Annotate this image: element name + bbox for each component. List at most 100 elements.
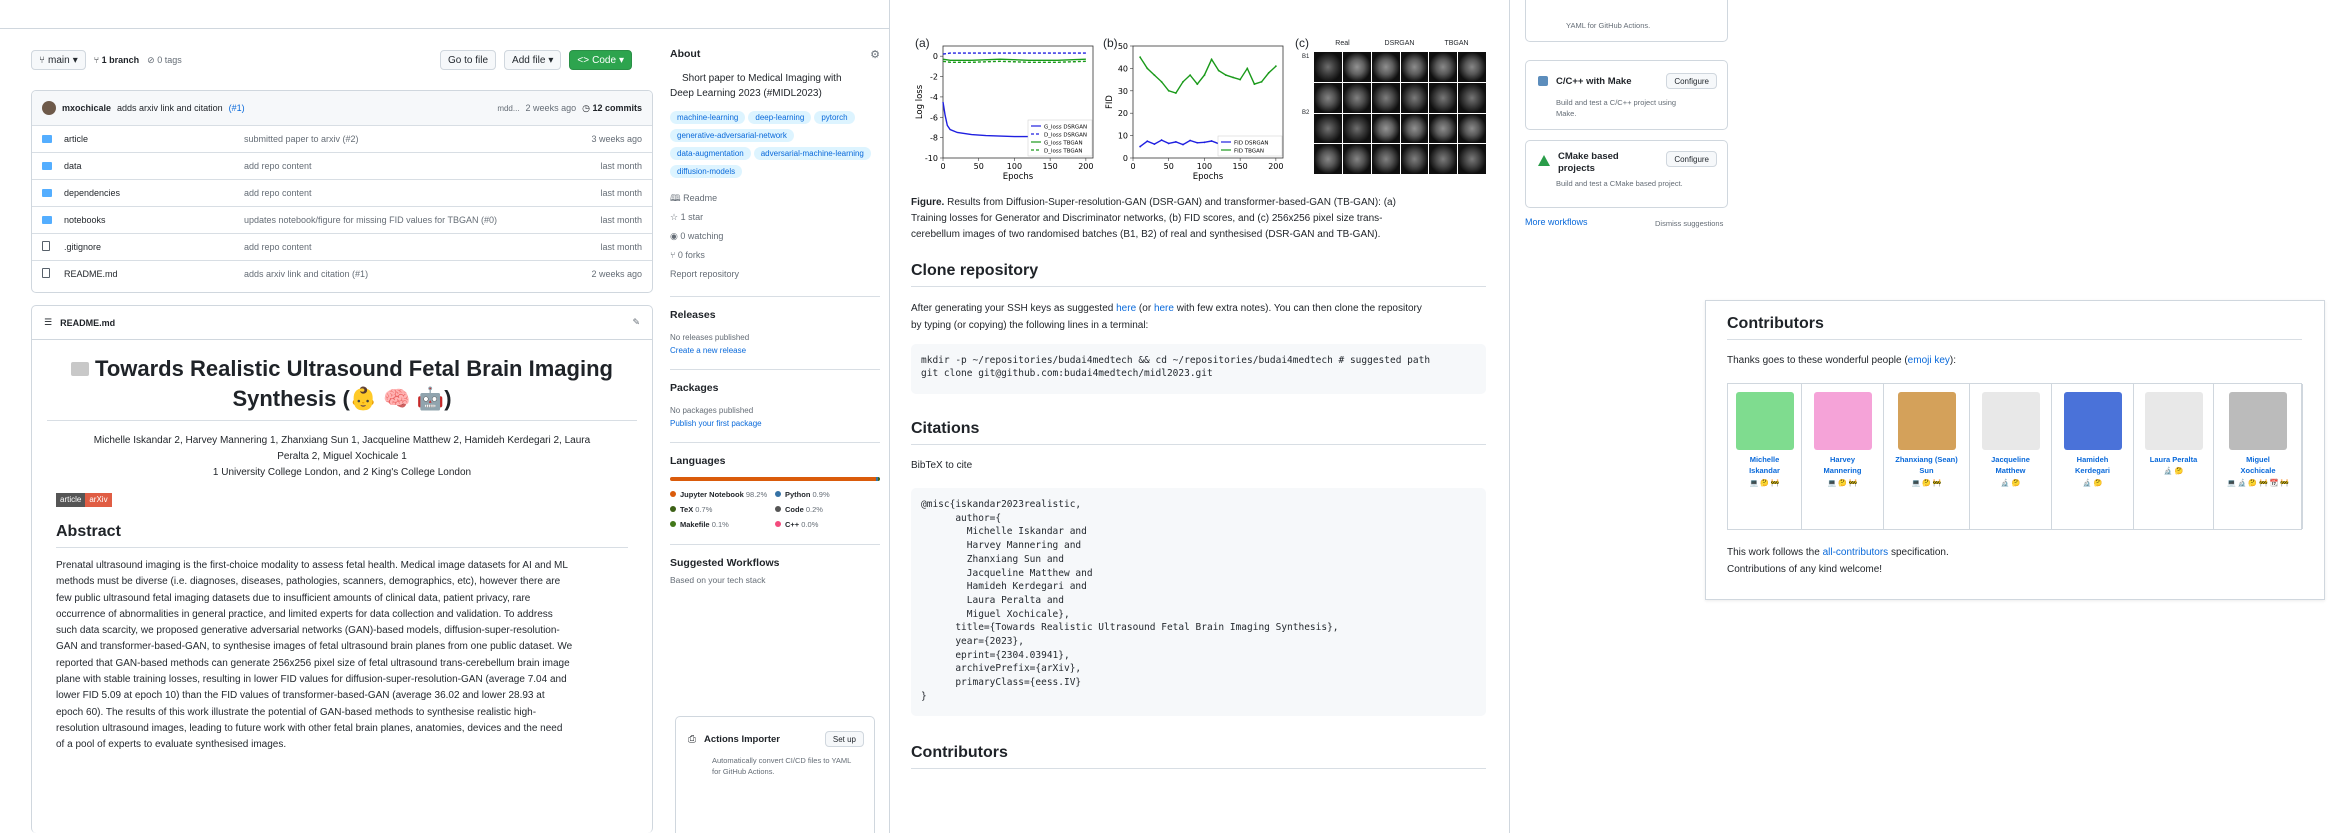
file-commit-message[interactable]: add repo content — [244, 242, 600, 252]
commit-author[interactable]: mxochicale — [62, 103, 111, 113]
file-row[interactable]: article submitted paper to arxiv (#2) 3 we… — [32, 125, 652, 152]
configure-button-cpp[interactable]: Configure — [1666, 73, 1717, 89]
file-commit-message[interactable]: add repo content — [244, 188, 600, 198]
code-button[interactable]: <> Code ▾ — [569, 50, 633, 70]
releases-heading[interactable]: Releases — [670, 309, 880, 321]
tags-link[interactable]: ⊘ 0 tags — [147, 55, 182, 66]
more-workflows-link[interactable]: More workflows — [1525, 217, 1588, 227]
avatar[interactable] — [1813, 392, 1872, 450]
contributor-card[interactable]: Michelle Iskandar 💻 🤔 🚧 — [1728, 384, 1802, 529]
file-name[interactable]: README.md — [64, 269, 244, 279]
contribution-emojis[interactable]: 🔬 🤔 — [2134, 467, 2213, 475]
add-file-button[interactable]: Add file ▾ — [504, 50, 562, 70]
avatar[interactable] — [2144, 392, 2203, 450]
file-name[interactable]: data — [64, 161, 244, 171]
configure-button-cmake[interactable]: Configure — [1666, 151, 1717, 167]
file-name[interactable]: notebooks — [64, 215, 244, 225]
topic-tag[interactable]: adversarial-machine-learning — [753, 147, 871, 160]
contribution-emojis[interactable]: 💻 🔬 🤔 🚧 📆 🚧 — [2214, 479, 2302, 487]
contributor-card[interactable]: Hamideh Kerdegari 🔬 🤔 — [2052, 384, 2134, 529]
workflow-top-desc: YAML for GitHub Actions. — [1566, 21, 1651, 30]
topic-tag[interactable]: deep-learning — [748, 111, 812, 124]
file-row[interactable]: .gitignore add repo content last month — [32, 233, 652, 260]
file-commit-message[interactable]: submitted paper to arxiv (#2) — [244, 134, 591, 144]
file-row[interactable]: notebooks updates notebook/figure for mis… — [32, 206, 652, 233]
data-point — [1267, 71, 1270, 74]
setup-button[interactable]: Set up — [824, 731, 864, 747]
file-name[interactable]: .gitignore — [64, 242, 244, 252]
language-item[interactable]: Code 0.2% — [775, 502, 880, 517]
stars-link[interactable]: ☆ 1 star — [670, 208, 880, 227]
topic-tag[interactable]: pytorch — [814, 111, 855, 124]
contribution-emojis[interactable]: 🔬 🤔 — [1970, 479, 2051, 487]
contributor-name[interactable]: Michelle Iskandar — [1728, 454, 1801, 477]
avatar[interactable] — [2063, 392, 2122, 450]
branch-select[interactable]: ⑂ main ▾ — [31, 50, 86, 70]
language-item[interactable]: TeX 0.7% — [670, 502, 775, 517]
forks-link[interactable]: ⑂ 0 forks — [670, 246, 880, 265]
topic-tag[interactable]: data-augmentation — [670, 147, 751, 160]
contribution-emojis[interactable]: 💻 🤔 🚧 — [1884, 479, 1969, 487]
packages-heading[interactable]: Packages — [670, 382, 880, 394]
publish-package-link[interactable]: Publish your first package — [670, 417, 880, 430]
avatar[interactable] — [1897, 392, 1956, 450]
contributor-card[interactable]: Jacqueline Matthew 🔬 🤔 — [1970, 384, 2052, 529]
all-contributors-link[interactable]: all-contributors — [1823, 547, 1889, 558]
contribution-emojis[interactable]: 💻 🤔 🚧 — [1802, 479, 1883, 487]
contributor-name[interactable]: Zhanxiang (Sean) Sun — [1884, 454, 1969, 477]
contributor-name[interactable]: Harvey Mannering — [1802, 454, 1883, 477]
ultrasound-tile — [1429, 144, 1458, 174]
avatar[interactable] — [1981, 392, 2040, 450]
contributor-name[interactable]: Jacqueline Matthew — [1970, 454, 2051, 477]
gear-icon[interactable]: ⚙ — [870, 48, 880, 61]
report-link[interactable]: Report repository — [670, 265, 880, 284]
watching-link[interactable]: ◉ 0 watching — [670, 227, 880, 246]
language-name: Makefile — [680, 520, 710, 529]
file-commit-message[interactable]: adds arxiv link and citation (#1) — [244, 269, 591, 279]
file-commit-message[interactable]: add repo content — [244, 161, 600, 171]
branches-link[interactable]: ⑂ 1 branch — [94, 55, 139, 65]
create-release-link[interactable]: Create a new release — [670, 344, 880, 357]
bibtex-code-block[interactable]: @misc{iskandar2023realistic, author={ Mi… — [911, 488, 1486, 716]
commit-pr-link[interactable]: (#1) — [229, 103, 245, 113]
language-item[interactable]: C++ 0.0% — [775, 517, 880, 532]
contributor-card[interactable]: Miguel Xochicale 💻 🔬 🤔 🚧 📆 🚧 — [2214, 384, 2303, 529]
topic-tag[interactable]: machine-learning — [670, 111, 746, 124]
list-icon[interactable]: ☰ — [44, 317, 52, 328]
commits-link[interactable]: ◷ 12 commits — [582, 103, 642, 114]
dismiss-suggestions-link[interactable]: Dismiss suggestions — [1655, 219, 1723, 228]
language-item[interactable]: Jupyter Notebook 98.2% — [670, 487, 775, 502]
avatar[interactable] — [1735, 392, 1794, 450]
contributor-name[interactable]: Miguel Xochicale — [2214, 454, 2302, 477]
arxiv-badge[interactable]: article arXiv — [56, 493, 652, 507]
file-name[interactable]: dependencies — [64, 188, 244, 198]
go-to-file-button[interactable]: Go to file — [440, 50, 497, 70]
contributor-card[interactable]: Zhanxiang (Sean) Sun 💻 🤔 🚧 — [1884, 384, 1970, 529]
contributor-name[interactable]: Laura Peralta — [2134, 454, 2213, 465]
contributor-card[interactable]: Harvey Mannering 💻 🤔 🚧 — [1802, 384, 1884, 529]
here-link-1[interactable]: here — [1116, 303, 1136, 314]
file-commit-message[interactable]: updates notebook/figure for missing FID … — [244, 215, 600, 225]
language-item[interactable]: Python 0.9% — [775, 487, 880, 502]
avatar[interactable] — [42, 101, 56, 115]
file-row[interactable]: data add repo content last month — [32, 152, 652, 179]
commit-hash[interactable]: mdd... — [497, 104, 519, 113]
pencil-icon[interactable]: ✎ — [632, 317, 640, 328]
languages-heading: Languages — [670, 455, 726, 467]
readme-link[interactable]: 🕮 Readme — [670, 189, 880, 208]
topic-tag[interactable]: diffusion-models — [670, 165, 743, 178]
here-link-2[interactable]: here — [1154, 303, 1174, 314]
contributor-name[interactable]: Hamideh Kerdegari — [2052, 454, 2133, 477]
file-name[interactable]: article — [64, 134, 244, 144]
clone-code-block[interactable]: mkdir -p ~/repositories/budai4medtech &&… — [911, 344, 1486, 394]
commit-message[interactable]: adds arxiv link and citation — [117, 103, 223, 113]
avatar[interactable] — [2229, 392, 2287, 450]
contribution-emojis[interactable]: 🔬 🤔 — [2052, 479, 2133, 487]
language-item[interactable]: Makefile 0.1% — [670, 517, 775, 532]
file-row[interactable]: dependencies add repo content last month — [32, 179, 652, 206]
contributor-card[interactable]: Laura Peralta 🔬 🤔 — [2134, 384, 2214, 529]
emoji-key-link[interactable]: emoji key — [1908, 355, 1950, 366]
file-row[interactable]: README.md adds arxiv link and citation (#… — [32, 260, 652, 287]
contribution-emojis[interactable]: 💻 🤔 🚧 — [1728, 479, 1801, 487]
topic-tag[interactable]: generative-adversarial-network — [670, 129, 794, 142]
